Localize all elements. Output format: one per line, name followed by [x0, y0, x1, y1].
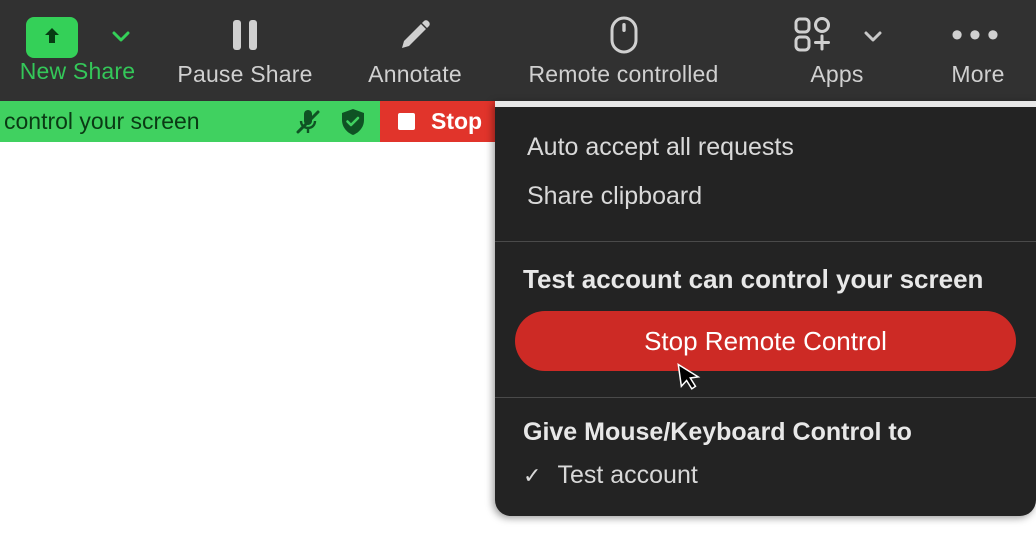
- upload-arrow-icon: [40, 25, 64, 49]
- apps-dropdown-chevron-icon[interactable]: [864, 31, 882, 43]
- menu-item-auto-accept[interactable]: Auto accept all requests: [523, 123, 1008, 172]
- mic-muted-icon[interactable]: [296, 108, 320, 136]
- toolbar-annotate[interactable]: Annotate: [335, 0, 495, 101]
- shield-icon[interactable]: [340, 108, 366, 136]
- give-control-option-label: Test account: [557, 461, 697, 490]
- banner-stop-label: Stop: [431, 108, 482, 135]
- toolbar-apps[interactable]: Apps: [752, 0, 922, 101]
- pause-icon: [224, 14, 266, 56]
- toolbar-apps-label: Apps: [810, 61, 863, 88]
- toolbar-new-share-label: New Share: [20, 58, 136, 85]
- check-icon: ✓: [523, 463, 541, 489]
- apps-icon: [792, 14, 834, 56]
- give-control-option-test-account[interactable]: ✓ Test account: [495, 453, 1036, 512]
- give-control-title: Give Mouse/Keyboard Control to: [495, 398, 1036, 453]
- stop-remote-control-button[interactable]: Stop Remote Control: [515, 311, 1016, 371]
- toolbar-pause-share[interactable]: Pause Share: [155, 0, 335, 101]
- share-toolbar: New Share Pause Share Annotate Remote co…: [0, 0, 1036, 101]
- pencil-icon: [394, 14, 436, 56]
- toolbar-new-share[interactable]: New Share: [0, 0, 155, 101]
- toolbar-annotate-label: Annotate: [368, 61, 462, 88]
- menu-item-share-clipboard[interactable]: Share clipboard: [523, 172, 1008, 221]
- toolbar-remote-controlled[interactable]: Remote controlled: [495, 0, 752, 101]
- remote-control-popup: Auto accept all requests Share clipboard…: [495, 101, 1036, 516]
- toolbar-pause-label: Pause Share: [177, 61, 312, 88]
- new-share-dropdown-chevron-icon[interactable]: [112, 31, 130, 43]
- banner-status-text: control your screen: [4, 108, 200, 135]
- ellipsis-icon: •••: [957, 14, 999, 56]
- mouse-icon: [603, 14, 645, 56]
- toolbar-new-share-icon-button[interactable]: [26, 17, 78, 58]
- toolbar-remote-label: Remote controlled: [528, 61, 718, 88]
- banner-status-green: control your screen: [0, 101, 380, 142]
- controlled-by-text: Test account can control your screen: [495, 242, 1036, 311]
- mouse-cursor-icon: [676, 359, 704, 392]
- toolbar-more-label: More: [951, 61, 1004, 88]
- stop-icon: [398, 113, 415, 130]
- toolbar-more[interactable]: ••• More: [922, 0, 1034, 101]
